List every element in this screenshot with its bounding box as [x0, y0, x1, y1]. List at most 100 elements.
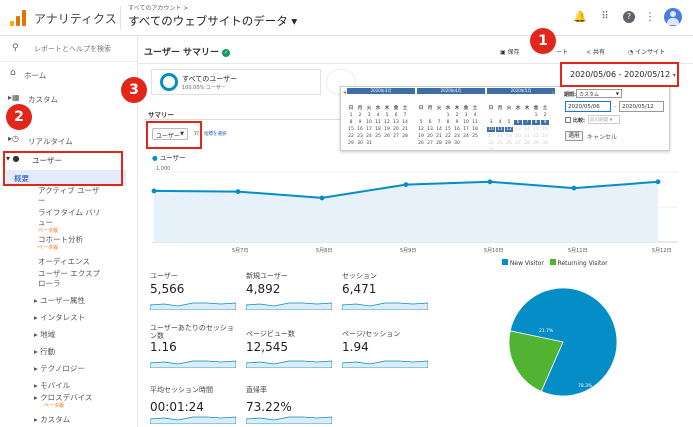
- property-selector[interactable]: すべてのウェブサイトのデータ ▾: [128, 13, 297, 29]
- sidebar-item-behavior[interactable]: ▸ 行動: [34, 346, 55, 357]
- sidebar-item-mobile[interactable]: ▸ モバイル: [34, 380, 70, 391]
- data-point[interactable]: [319, 195, 325, 201]
- calendar-week: 24 25 26 27 28 29 30: [487, 129, 555, 146]
- segment-card[interactable]: すべてのユーザー 100.00% ユーザー: [151, 69, 321, 95]
- data-point[interactable]: [571, 185, 577, 191]
- sidebar-item-label: リアルタイム: [28, 137, 73, 146]
- calendar-day[interactable]: 27: [426, 141, 434, 146]
- sparkline: [246, 302, 332, 310]
- calendar-next[interactable]: ▸: [552, 89, 555, 96]
- metric-card[interactable]: セッション 6,471: [340, 266, 432, 318]
- metric-card[interactable]: ページ/セッション 1.94: [340, 324, 432, 376]
- metric-value: 1.16: [150, 340, 177, 354]
- metric-card[interactable]: ユーザー 5,566: [148, 266, 240, 318]
- calendar-week: 29 30 31: [347, 129, 415, 146]
- month-calendar: 2020年4月日月火水木金土 1 2 3 4 5 6 7 8 9 10 11 12 13 14 15 16 17 1…: [417, 88, 485, 148]
- data-point[interactable]: [487, 179, 493, 185]
- ytick-label: 1,000: [156, 166, 170, 172]
- sidebar-item-home[interactable]: ⌂ ホーム: [0, 68, 137, 82]
- segment-name: すべてのユーザー: [182, 75, 238, 83]
- sidebar-item-technology[interactable]: ▸ テクノロジー: [34, 363, 85, 374]
- sidebar-item-geo[interactable]: ▸ 地域: [34, 329, 55, 340]
- calendar-prev[interactable]: ◂: [343, 89, 346, 96]
- calendar-day[interactable]: 26: [417, 141, 425, 146]
- metric-card[interactable]: ページビュー数 12,545: [244, 324, 336, 376]
- calendar-day[interactable]: 30: [356, 141, 364, 146]
- period-select[interactable]: カスタム ▼: [576, 89, 622, 98]
- insight-button[interactable]: ◔ インサイト: [628, 47, 665, 56]
- data-point[interactable]: [403, 182, 409, 187]
- apply-button[interactable]: 適用: [565, 131, 583, 141]
- chart-xlabels: 5月7日 5月8日 5月9日 5月10日 5月11日 5月12日: [232, 248, 672, 254]
- metric-card[interactable]: 直帰率 73.22%: [244, 380, 336, 427]
- save-button[interactable]: ▣ 保存: [500, 47, 520, 56]
- xtick-label: 5月10日: [484, 248, 504, 254]
- sidebar-item-cohort[interactable]: コホート分析 ベータ版: [38, 235, 83, 252]
- calendar-week: 31: [487, 136, 555, 153]
- xtick-label: 5月8日: [316, 248, 332, 254]
- summary-tab[interactable]: サマリー: [148, 109, 174, 119]
- export-button[interactable]: ート: [556, 47, 568, 56]
- visitor-pie-chart[interactable]: 78.3% 21.7%: [493, 272, 633, 412]
- sidebar-item-label: ホーム: [24, 71, 47, 80]
- metric-card[interactable]: 新規ユーザー 4,892: [244, 266, 336, 318]
- sidebar-item-label: コホート分析: [38, 235, 83, 244]
- chevron-down-icon: ▼: [609, 117, 613, 122]
- apps-icon[interactable]: ⠿: [598, 10, 612, 24]
- beta-badge: ベータ版: [38, 245, 59, 251]
- beta-badge: ベータ版: [38, 228, 59, 234]
- search-bar[interactable]: ⚲ レポートとヘルプを検索: [0, 36, 137, 62]
- users-line-chart[interactable]: 1,000 500 5月7日5月8日5月9日5月10日5月11日5月12日: [148, 160, 683, 266]
- analytics-logo[interactable]: [10, 10, 28, 26]
- sidebar-item-interests[interactable]: ▸ インタレスト: [34, 312, 85, 323]
- sidebar-item-audience[interactable]: オーディエンス: [38, 256, 90, 267]
- compare-checkbox[interactable]: [565, 117, 571, 123]
- date-picker-panel[interactable]: ◂ 2020年3月日月火水木金土 1 2 3 4 5 6 7 8 9 10 11 12 13 14 15 16 1…: [340, 86, 670, 153]
- metric-value: 12,545: [246, 340, 288, 354]
- metric-label: セッション: [342, 272, 377, 280]
- segment-circle-icon: [160, 73, 178, 91]
- sidebar-item-realtime[interactable]: ▸◷ リアルタイム: [0, 134, 137, 148]
- metric-card[interactable]: ユーザーあたりのセッション数 1.16: [148, 324, 240, 376]
- select-metric-link[interactable]: 指標を選択: [204, 131, 227, 137]
- data-point[interactable]: [235, 189, 241, 194]
- sparkline-path: [246, 360, 332, 368]
- weekday-row: 日月火水木金土: [347, 94, 415, 111]
- metric-card[interactable]: 平均セッション時間 00:01:24: [148, 380, 240, 427]
- pie-label-new: 78.3%: [578, 383, 593, 389]
- sparkline: [150, 360, 236, 368]
- sidebar-item-attributes[interactable]: ▸ ユーザー属性: [34, 295, 85, 306]
- calendar-day[interactable]: 31: [365, 141, 373, 146]
- share-button[interactable]: ≺ 共有: [586, 47, 605, 56]
- sidebar-item-crossdevice[interactable]: ▸ クロスデバイス ベータ版: [34, 393, 92, 410]
- end-date-input[interactable]: 2020/05/12: [619, 101, 664, 112]
- period-value: カスタム: [579, 92, 600, 98]
- metric-value: 4,892: [246, 282, 281, 296]
- metric-value: 6,471: [342, 282, 377, 296]
- legend-new-visitor: New Visitor: [502, 259, 546, 267]
- data-point[interactable]: [655, 179, 661, 185]
- help-icon[interactable]: ?: [622, 10, 636, 24]
- sparkline: [342, 302, 428, 310]
- account-breadcrumb[interactable]: すべてのアカウント >: [128, 3, 188, 12]
- calendar-day[interactable]: 29: [444, 141, 452, 146]
- calendar-day[interactable]: 29: [347, 141, 355, 146]
- more-icon[interactable]: ⋮: [643, 10, 657, 24]
- calendar-week: 26 27 28 29 30: [417, 129, 485, 146]
- compare-value: 前の期間: [590, 118, 608, 123]
- calendar-day[interactable]: 28: [435, 141, 443, 146]
- calendar-day[interactable]: 30: [453, 141, 461, 146]
- calendar-week: 8 9 10 11 12 13 14: [347, 108, 415, 125]
- start-date-input[interactable]: 2020/05/06: [565, 101, 611, 112]
- swatch-icon: [502, 259, 508, 265]
- compare-select[interactable]: 前の期間 ▼: [588, 115, 620, 124]
- calendar-day[interactable]: 31: [487, 148, 495, 153]
- sidebar-item-custom2[interactable]: ▸ カスタム: [34, 414, 70, 425]
- bell-icon[interactable]: 🔔: [573, 10, 587, 24]
- sidebar-item-active-users[interactable]: アクティブ ユーザ ー: [38, 186, 99, 206]
- data-point[interactable]: [151, 188, 157, 194]
- account-avatar[interactable]: [664, 8, 682, 26]
- sidebar-item-lifetime[interactable]: ライフタイム バリ ュー ベータ版: [38, 208, 100, 235]
- cancel-link[interactable]: キャンセル: [587, 132, 617, 141]
- sidebar-item-explorer[interactable]: ユーザー エクスプ ローラ: [38, 269, 100, 289]
